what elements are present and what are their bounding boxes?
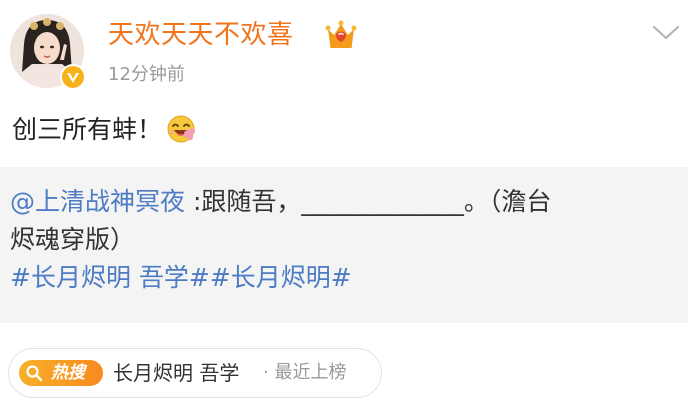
verified-badge-icon (60, 64, 86, 90)
hot-search-topic: 长月烬明 吾学 (113, 361, 240, 385)
hot-search-meta: · 最近上榜 (263, 362, 347, 383)
post-text: 创三所有蚌！ (12, 115, 163, 144)
post-content: 创三所有蚌！ (12, 112, 196, 148)
repost-text: @上清战神冥夜 :跟随吾，_____________。（澹台 烬魂穿版） #长月… (10, 183, 670, 297)
hot-search-badge-label: 热搜 (51, 363, 85, 383)
more-options-button[interactable] (650, 22, 682, 44)
repost-text-line2: 烬魂穿版） (10, 225, 136, 254)
author-name[interactable]: 天欢天天不欢喜 (108, 18, 294, 52)
hashtag-link[interactable]: #长月烬明 吾学# (10, 263, 210, 292)
repost-text-line1: :跟随吾，_____________。（澹台 (185, 187, 552, 216)
hashtag-link[interactable]: #长月烬明# (210, 263, 352, 292)
vip-crown-icon[interactable] (325, 20, 357, 50)
weibo-post-card: 天欢天天不欢喜 12分钟前 创三所有蚌！ @上清战神冥夜:跟随吾，______… (0, 0, 688, 403)
mention-link[interactable]: @上清战神冥夜 (10, 187, 185, 216)
chevron-down-icon (652, 25, 680, 40)
post-time: 12分钟前 (108, 64, 185, 85)
laughing-emoji-icon (166, 114, 196, 144)
hot-search-badge: 热搜 (19, 360, 103, 386)
search-icon (26, 365, 43, 382)
reposted-content[interactable]: @上清战神冥夜 :跟随吾，_____________。（澹台 烬魂穿版） #长月… (0, 167, 688, 323)
hot-search-pill[interactable]: 热搜 长月烬明 吾学 · 最近上榜 (8, 348, 382, 398)
